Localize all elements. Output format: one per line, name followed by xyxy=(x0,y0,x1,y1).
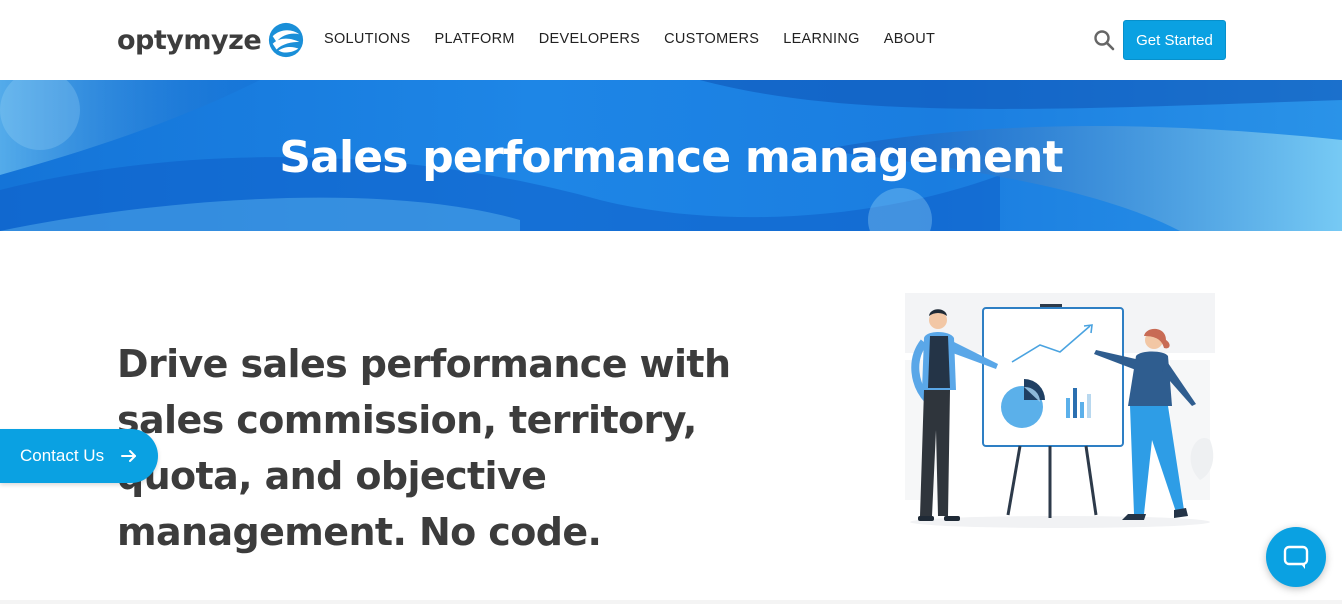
hero-banner: Sales performance management xyxy=(0,80,1342,231)
nav-solutions[interactable]: SOLUTIONS xyxy=(324,31,411,47)
get-started-button[interactable]: Get Started xyxy=(1123,20,1226,60)
chat-bubble-icon xyxy=(1283,545,1309,569)
section-divider xyxy=(0,600,1342,604)
logo-wave-icon xyxy=(269,22,304,58)
chat-widget-button[interactable] xyxy=(1266,527,1326,587)
main-nav: SOLUTIONS PLATFORM DEVELOPERS CUSTOMERS … xyxy=(324,31,959,47)
search-icon[interactable] xyxy=(1093,29,1115,51)
arrow-right-icon xyxy=(121,450,137,462)
logo-text: optymyze xyxy=(117,24,262,56)
site-header: optymyze SOLUTIONS PLATFORM DEVELOPERS C… xyxy=(0,0,1342,80)
contact-us-tab[interactable]: Contact Us xyxy=(0,429,158,483)
nav-learning[interactable]: LEARNING xyxy=(783,31,860,47)
logo[interactable]: optymyze xyxy=(117,20,305,60)
nav-about[interactable]: ABOUT xyxy=(884,31,935,47)
contact-us-label: Contact Us xyxy=(20,446,105,465)
page-title: Sales performance management xyxy=(279,132,1063,183)
hero-headline: Drive sales performance with sales commi… xyxy=(117,342,731,554)
nav-customers[interactable]: CUSTOMERS xyxy=(664,31,759,47)
nav-developers[interactable]: DEVELOPERS xyxy=(539,31,640,47)
sales-presentation-illustration xyxy=(905,293,1215,528)
nav-platform[interactable]: PLATFORM xyxy=(435,31,515,47)
